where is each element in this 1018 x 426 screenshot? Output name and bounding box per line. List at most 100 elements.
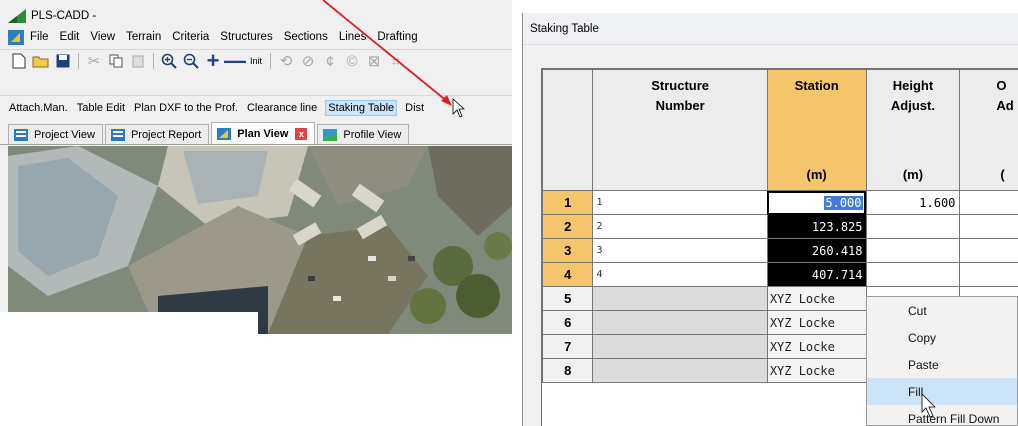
menu-item-paste[interactable]: Paste	[867, 351, 1017, 378]
structure-number-cell[interactable]: 4	[592, 262, 768, 287]
menu-sections[interactable]: Sections	[284, 31, 328, 43]
plan-view-map[interactable]	[8, 146, 512, 334]
close-tab-icon[interactable]: x	[295, 127, 308, 140]
menu-lines[interactable]: Lines	[339, 31, 367, 43]
table-row[interactable]: 3 3 260.418	[542, 238, 1018, 263]
row-header-corner[interactable]	[542, 69, 594, 191]
dist-button[interactable]: Dist	[405, 102, 424, 114]
structure-number-cell[interactable]: 2	[592, 214, 768, 239]
row-number[interactable]: 2	[542, 214, 594, 239]
tab-label: Plan View	[237, 127, 289, 140]
height-adjust-cell[interactable]	[865, 262, 961, 287]
center-icon[interactable]: ¢	[319, 51, 341, 71]
open-folder-icon[interactable]	[30, 51, 52, 71]
copy-icon[interactable]	[105, 51, 127, 71]
station-cell[interactable]: 260.418	[766, 238, 867, 263]
attach-man-button[interactable]: Attach.Man.	[9, 102, 68, 114]
menu-item-copy[interactable]: Copy	[867, 324, 1017, 351]
menu-terrain[interactable]: Terrain	[126, 31, 161, 43]
table-row[interactable]: 1 1 5.000 1.600	[542, 190, 1018, 215]
height-adjust-cell[interactable]: 1.600	[865, 190, 961, 215]
row-number[interactable]: 1	[542, 190, 594, 215]
tab-label: Project Report	[130, 128, 202, 141]
table-edit-button[interactable]: Table Edit	[77, 102, 125, 114]
menu-file[interactable]: File	[30, 31, 49, 43]
measure-icon[interactable]: ⌗	[385, 51, 407, 71]
aerial-imagery	[8, 146, 512, 334]
structure-number-cell[interactable]: 1	[592, 190, 768, 215]
row-number[interactable]: 3	[542, 238, 594, 263]
offset-adjust-cell[interactable]	[959, 190, 1018, 215]
tab-project-report[interactable]: Project Report	[104, 124, 210, 144]
init-button[interactable]: Init	[246, 51, 266, 71]
paste-icon[interactable]	[127, 51, 149, 71]
staking-table-button[interactable]: Staking Table	[325, 99, 398, 116]
plus-icon[interactable]: +	[202, 48, 224, 73]
clearance-line-button[interactable]: Clearance line	[247, 102, 317, 114]
circle-icon[interactable]: ©	[341, 51, 363, 71]
row-number[interactable]: 4	[542, 262, 594, 287]
column-header-offset-adjust[interactable]: O Ad (	[959, 69, 1018, 191]
pan-icon[interactable]: ⊘	[297, 51, 319, 71]
row-number[interactable]: 6	[542, 310, 594, 335]
grid-icon[interactable]: ⊠	[363, 51, 385, 71]
cut-icon[interactable]: ✂	[83, 51, 105, 71]
menu-item-fill[interactable]: Fill	[867, 378, 1017, 405]
structure-number-cell[interactable]: 3	[592, 238, 768, 263]
offset-adjust-cell[interactable]	[959, 262, 1018, 287]
menu-edit[interactable]: Edit	[60, 31, 80, 43]
zoom-in-icon[interactable]	[158, 51, 180, 71]
structure-number-cell[interactable]	[592, 286, 768, 311]
station-cell[interactable]: 123.825	[766, 214, 867, 239]
context-menu: Cut Copy Paste Fill Pattern Fill Down	[866, 296, 1018, 426]
table-row[interactable]: 2 2 123.825	[542, 214, 1018, 239]
tab-project-view[interactable]: Project View	[8, 124, 103, 144]
structure-number-cell[interactable]	[592, 358, 768, 383]
station-cell[interactable]: XYZ Locke	[766, 334, 867, 359]
row-number[interactable]: 8	[542, 358, 594, 383]
tab-plan-view[interactable]: Plan View x	[211, 122, 316, 144]
new-file-icon[interactable]	[8, 51, 30, 71]
plan-dxf-button[interactable]: Plan DXF to the Prof.	[134, 102, 238, 114]
app-title: PLS-CADD -	[31, 10, 97, 22]
column-header-height-adjust[interactable]: Height Adjust. (m)	[865, 69, 961, 191]
command-toolbar: Attach.Man. Table Edit Plan DXF to the P…	[0, 95, 512, 119]
structure-number-cell[interactable]	[592, 334, 768, 359]
station-cell[interactable]: XYZ Locke	[766, 286, 867, 311]
row-number[interactable]: 5	[542, 286, 594, 311]
menu-structures[interactable]: Structures	[220, 31, 272, 43]
height-adjust-cell[interactable]	[865, 214, 961, 239]
rotate-icon[interactable]: ⟲	[275, 51, 297, 71]
pls-cadd-window: PLS-CADD - File Edit View Terrain Criter…	[0, 0, 512, 334]
menu-item-pattern-fill-down[interactable]: Pattern Fill Down	[867, 405, 1017, 426]
minus-icon[interactable]: —	[224, 48, 246, 73]
staking-table-title: Staking Table	[523, 13, 1018, 45]
station-cell-selected-text: 5.000	[824, 195, 863, 210]
row-number[interactable]: 7	[542, 334, 594, 359]
offset-adjust-cell[interactable]	[959, 214, 1018, 239]
document-menu-icon[interactable]	[8, 29, 24, 45]
blank-area	[0, 312, 258, 334]
column-header-structure-number[interactable]: Structure Number	[592, 69, 768, 191]
table-row[interactable]: 4 4 407.714	[542, 262, 1018, 287]
toolbar-separator	[270, 53, 271, 69]
menu-bar: File Edit View Terrain Criteria Structur…	[0, 27, 512, 47]
title-bar: PLS-CADD -	[0, 6, 512, 26]
station-cell[interactable]: 407.714	[766, 262, 867, 287]
menu-criteria[interactable]: Criteria	[172, 31, 209, 43]
zoom-out-icon[interactable]	[180, 51, 202, 71]
tab-label: Profile View	[343, 128, 402, 141]
structure-number-cell[interactable]	[592, 310, 768, 335]
height-adjust-cell[interactable]	[865, 238, 961, 263]
menu-view[interactable]: View	[90, 31, 115, 43]
menu-item-cut[interactable]: Cut	[867, 297, 1017, 324]
station-cell[interactable]: XYZ Locke	[766, 358, 867, 383]
offset-adjust-cell[interactable]	[959, 238, 1018, 263]
tab-profile-view[interactable]: Profile View	[317, 124, 410, 144]
menu-drafting[interactable]: Drafting	[377, 31, 417, 43]
tab-label: Project View	[34, 128, 95, 141]
station-cell[interactable]: XYZ Locke	[766, 310, 867, 335]
station-cell[interactable]: 5.000	[766, 190, 867, 215]
column-header-station[interactable]: Station (m)	[766, 69, 867, 191]
save-icon[interactable]	[52, 51, 74, 71]
